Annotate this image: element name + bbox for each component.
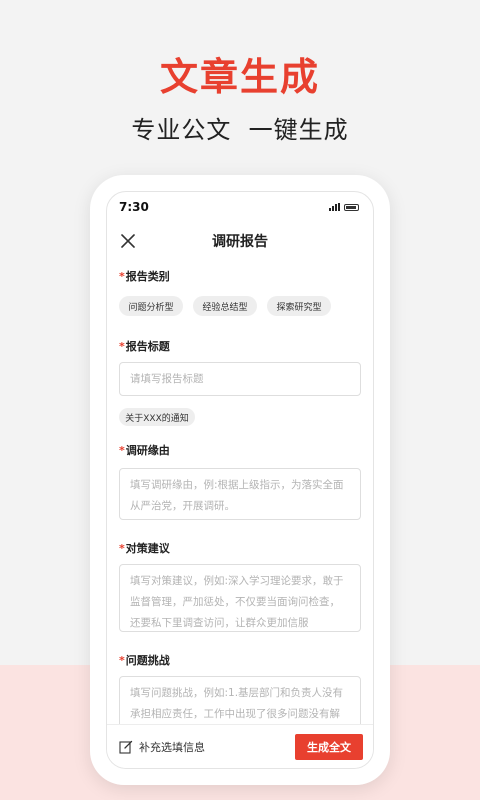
promo-headline: 文章生成 — [159, 55, 320, 99]
page-title: 调研报告 — [212, 234, 268, 250]
battery-icon — [344, 203, 359, 211]
chip-problem-analysis[interactable]: 问题分析型 — [119, 296, 183, 316]
chip-experience-summary[interactable]: 经验总结型 — [193, 296, 257, 316]
title-suggestion-chip[interactable]: 关于XXX的通知 — [119, 408, 195, 426]
required-mark: * — [119, 270, 125, 283]
generate-full-text-button[interactable]: 生成全文 — [295, 733, 363, 760]
research-reason-textarea[interactable]: 填写调研缘由，例:根据上级指示，为落实全面从严治党，开展调研。 — [119, 468, 361, 520]
supplement-info-label: 补充选填信息 — [139, 740, 205, 754]
suggestion-label: *对策建议 — [119, 542, 170, 555]
challenge-label: *问题挑战 — [119, 654, 170, 667]
edit-icon — [119, 740, 133, 754]
promo-subline: 专业公文 一键生成 — [131, 116, 349, 144]
required-mark: * — [119, 444, 125, 457]
status-bar: 7:30 — [107, 192, 373, 222]
chip-exploratory-research[interactable]: 探索研究型 — [267, 296, 331, 316]
report-title-input[interactable]: 请填写报告标题 — [119, 362, 361, 396]
close-icon[interactable] — [119, 232, 137, 250]
required-mark: * — [119, 542, 125, 555]
status-icons — [329, 203, 359, 211]
category-label: *报告类别 — [119, 270, 170, 283]
phone-screen: 7:30 调研报告 *报告类别 问题分析型 经验总结型 探索研究型 *报告标题 … — [106, 191, 374, 769]
supplement-info-button[interactable]: 补充选填信息 — [119, 739, 205, 755]
status-time: 7:30 — [119, 200, 149, 214]
required-mark: * — [119, 654, 125, 667]
countermeasure-textarea[interactable]: 填写对策建议，例如:深入学习理论要求，敢于监督管理，严加惩处，不仅要当面询问检查… — [119, 564, 361, 632]
title-label: *报告标题 — [119, 340, 170, 353]
reason-label: *调研缘由 — [119, 444, 170, 457]
bottom-action-bar: 补充选填信息 生成全文 — [107, 724, 373, 768]
nav-bar: 调研报告 — [107, 226, 373, 256]
phone-frame: 7:30 调研报告 *报告类别 问题分析型 经验总结型 探索研究型 *报告标题 … — [90, 175, 390, 785]
signal-icon — [329, 203, 340, 211]
required-mark: * — [119, 340, 125, 353]
